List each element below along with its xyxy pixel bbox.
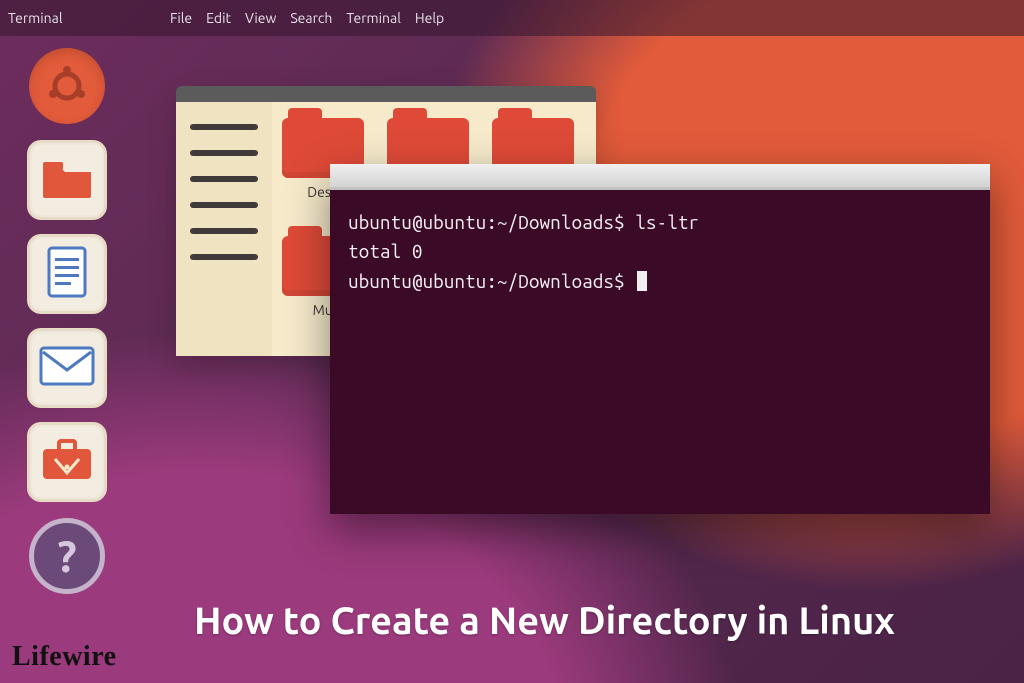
sidebar-item[interactable] xyxy=(190,228,258,234)
terminal-line: ubuntu@ubuntu:~/Downloads$ ls-ltr xyxy=(348,211,699,233)
sidebar-item[interactable] xyxy=(190,176,258,182)
launcher-files[interactable] xyxy=(27,140,107,220)
sidebar-item[interactable] xyxy=(190,254,258,260)
help-icon: ? xyxy=(29,518,105,594)
terminal-body[interactable]: ubuntu@ubuntu:~/Downloads$ ls-ltr total … xyxy=(330,190,990,296)
terminal-line: ubuntu@ubuntu:~/Downloads$ xyxy=(348,270,635,292)
top-bar: Terminal xyxy=(0,0,1024,36)
launcher-help[interactable]: ? xyxy=(27,516,107,596)
sidebar-item[interactable] xyxy=(190,150,258,156)
menu-file[interactable]: File xyxy=(170,10,192,26)
menu-bar: File Edit View Search Terminal Help xyxy=(170,0,444,36)
help-label: ? xyxy=(57,532,76,581)
desktop-background: Terminal File Edit View Search Terminal … xyxy=(0,0,1024,683)
launcher-document[interactable] xyxy=(27,234,107,314)
briefcase-icon xyxy=(39,437,95,487)
launcher-software[interactable] xyxy=(27,422,107,502)
sidebar-item[interactable] xyxy=(190,202,258,208)
folder-icon xyxy=(41,156,93,204)
launcher-dash[interactable] xyxy=(27,46,107,126)
brand-logo: Lifewire xyxy=(12,641,117,673)
terminal-window[interactable]: ubuntu@ubuntu:~/Downloads$ ls-ltr total … xyxy=(330,164,990,514)
launcher-dock: ? xyxy=(16,46,118,596)
page-title: How to Create a New Directory in Linux xyxy=(194,600,895,642)
app-indicator: Terminal xyxy=(8,10,63,26)
terminal-line: total 0 xyxy=(348,240,422,262)
ubuntu-logo-icon xyxy=(29,48,105,124)
document-icon xyxy=(45,246,89,302)
launcher-mail[interactable] xyxy=(27,328,107,408)
menu-help[interactable]: Help xyxy=(415,10,444,26)
mail-icon xyxy=(39,346,95,390)
terminal-cursor-icon xyxy=(637,271,647,291)
menu-terminal[interactable]: Terminal xyxy=(346,10,401,26)
menu-view[interactable]: View xyxy=(245,10,276,26)
sidebar-item[interactable] xyxy=(190,124,258,130)
file-manager-sidebar xyxy=(176,102,272,356)
terminal-titlebar[interactable] xyxy=(330,164,990,190)
menu-edit[interactable]: Edit xyxy=(206,10,231,26)
menu-search[interactable]: Search xyxy=(290,10,332,26)
